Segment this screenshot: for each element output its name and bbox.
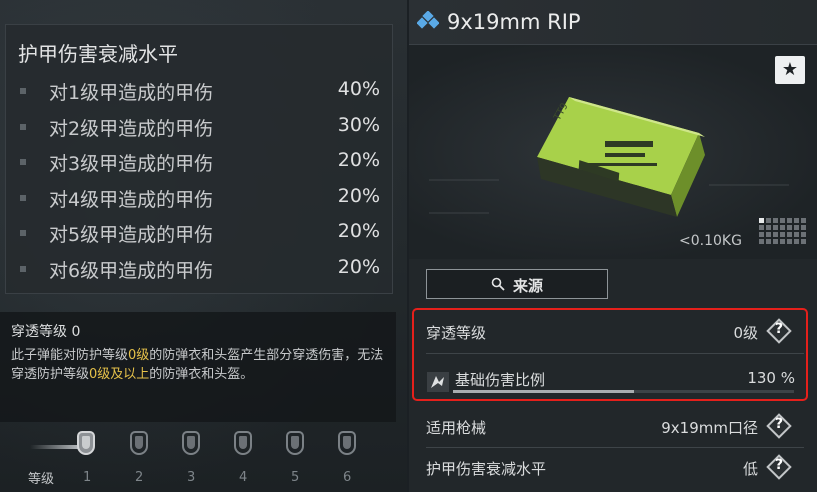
item-name: 9x19mm RIP <box>447 10 581 34</box>
divider <box>426 447 804 448</box>
bullet-icon <box>20 88 26 94</box>
level-number: 4 <box>239 470 248 485</box>
level-number: 5 <box>291 470 300 485</box>
level-label: 等级 <box>28 472 55 487</box>
stat-value-armor-level: 低 <box>742 460 758 478</box>
armor-row-label: 对4级甲造成的甲伤 <box>49 189 214 211</box>
help-icon[interactable]: ? <box>766 454 792 480</box>
armor-level-scale: 等级 1 2 3 4 5 6 <box>0 424 396 492</box>
armor-row: 对5级甲造成的甲伤 20% <box>6 217 392 249</box>
armor-row-value: 20% <box>337 220 380 242</box>
item-size-grid-icon <box>759 218 806 244</box>
item-title-bar: 9x19mm RIP <box>409 0 817 45</box>
stat-value-weapon: 9x19mm口径 <box>661 419 758 437</box>
source-button-label: 来源 <box>513 277 544 295</box>
armor-row: 对2级甲造成的甲伤 30% <box>6 111 392 143</box>
desc-text: 此子弹能对防护等级 <box>11 348 129 363</box>
armor-row-value: 20% <box>337 149 380 171</box>
armor-row: 对1级甲造成的甲伤 40% <box>6 75 392 107</box>
armor-row-label: 对6级甲造成的甲伤 <box>49 260 214 282</box>
level-number: 3 <box>187 470 196 485</box>
item-inspect-panel: 9x19mm RIP TT9 ★ <0.10KG 来源 穿透等级 0级 ? 基础… <box>409 0 817 492</box>
armor-row-label: 对5级甲造成的甲伤 <box>49 224 214 246</box>
level-number: 1 <box>83 470 92 485</box>
help-glyph: ? <box>774 457 784 473</box>
desc-highlight: 0级 <box>128 348 150 363</box>
ammo-box-image: TT9 <box>429 97 789 217</box>
armor-damage-panel: 护甲伤害衰减水平 对1级甲造成的甲伤 40% 对2级甲造成的甲伤 30% 对3级… <box>5 24 393 294</box>
desc-highlight: 0级及以上 <box>89 367 150 382</box>
penetration-tooltip: 穿透等级 0 此子弹能对防护等级0级的防弹衣和头盔产生部分穿透伤害，无法穿透防护… <box>0 312 396 422</box>
bullet-icon <box>20 195 26 201</box>
penetration-description: 此子弹能对防护等级0级的防弹衣和头盔产生部分穿透伤害，无法穿透防护等级0级及以上… <box>11 346 386 384</box>
shield-icon <box>286 431 304 455</box>
bullet-icon <box>20 230 26 236</box>
shield-icon <box>182 431 200 455</box>
favorite-star-button[interactable]: ★ <box>775 56 805 84</box>
stat-label-weapon: 适用枪械 <box>426 419 487 437</box>
bullet-icon <box>20 124 26 130</box>
armor-row-value: 40% <box>337 78 380 100</box>
armor-row-value: 20% <box>337 185 380 207</box>
armor-row-value: 20% <box>337 256 380 278</box>
bullet-icon <box>20 159 26 165</box>
penetration-title: 穿透等级 0 <box>11 324 81 340</box>
armor-row-label: 对1级甲造成的甲伤 <box>49 82 214 104</box>
search-icon <box>491 277 505 291</box>
armor-row: 对3级甲造成的甲伤 20% <box>6 146 392 178</box>
bullet-icon <box>20 266 26 272</box>
armor-damage-title: 护甲伤害衰减水平 <box>18 42 178 66</box>
desc-text: 的防弹衣和头盔。 <box>149 367 254 382</box>
source-button[interactable]: 来源 <box>426 269 608 299</box>
highlight-callout <box>412 308 808 401</box>
armor-row-value: 30% <box>337 114 380 136</box>
armor-row: 对4级甲造成的甲伤 20% <box>6 182 392 214</box>
armor-row-label: 对2级甲造成的甲伤 <box>49 118 214 140</box>
item-preview: TT9 ★ <0.10KG <box>409 45 817 259</box>
help-glyph: ? <box>774 416 784 432</box>
shield-icon <box>338 431 356 455</box>
armor-row-label: 对3级甲造成的甲伤 <box>49 153 214 175</box>
stat-label-armor-level: 护甲伤害衰减水平 <box>426 460 547 478</box>
level-number: 2 <box>135 470 144 485</box>
shield-icon <box>234 431 252 455</box>
shield-icon <box>130 431 148 455</box>
item-weight: <0.10KG <box>679 233 742 249</box>
help-icon[interactable]: ? <box>766 413 792 439</box>
level-track <box>30 445 80 449</box>
shield-icon <box>77 431 95 455</box>
armor-row: 对6级甲造成的甲伤 20% <box>6 253 392 285</box>
level-number: 6 <box>343 470 352 485</box>
ammo-diamond-icon <box>417 11 439 29</box>
